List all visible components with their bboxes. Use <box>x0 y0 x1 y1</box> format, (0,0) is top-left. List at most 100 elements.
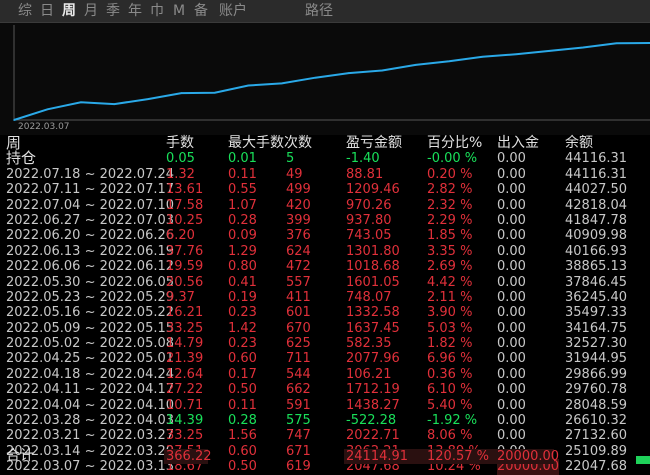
total-row[interactable]: 合计 366.22 24114.91 120.57 % 20000.00 <box>0 449 650 464</box>
row-count: 499 <box>286 182 311 198</box>
row-lots: 37.76 <box>166 243 204 259</box>
equity-point <box>515 53 517 55</box>
row-percent: 3.35 % <box>427 243 473 259</box>
row-pnl: 88.81 <box>346 166 384 182</box>
row-max-lots: 0.28 <box>228 212 257 228</box>
weekly-rows: 2022.07.18 ~ 2022.07.24 1.32 0.11 49 88.81 0.… <box>0 167 650 475</box>
row-max-lots: 0.17 <box>228 366 257 382</box>
row-period: 2022.04.18 ~ 2022.04.24 <box>6 366 175 382</box>
row-balance: 29760.78 <box>565 382 628 398</box>
row-balance: 41847.78 <box>565 212 628 228</box>
row-period: 2022.06.13 ~ 2022.06.19 <box>6 243 175 259</box>
row-count: 49 <box>286 166 303 182</box>
row-percent: 2.29 % <box>427 212 473 228</box>
row-lots: 20.56 <box>166 274 204 290</box>
row-balance: 36245.40 <box>565 289 628 305</box>
tab-8[interactable]: 备 <box>192 3 210 20</box>
row-flow: 0.00 <box>497 289 526 305</box>
col-header-lots: 手数 <box>166 135 194 151</box>
row-percent: 1.85 % <box>427 228 473 244</box>
tab-4[interactable]: 季 <box>104 3 122 20</box>
holding-row[interactable]: 持仓 0.05 0.01 5 -1.40 -0.00 % 0.00 44116.… <box>0 150 650 167</box>
row-balance: 40909.98 <box>565 228 628 244</box>
row-lots: 13.61 <box>166 182 204 198</box>
row-lots: 17.58 <box>166 197 204 213</box>
row-lots: 6.20 <box>166 228 195 244</box>
col-header-balance: 余额 <box>565 135 593 151</box>
table-row[interactable]: 2022.05.09 ~ 2022.05.15 33.25 1.42 670 1637.… <box>0 321 650 336</box>
row-period: 2022.07.18 ~ 2022.07.24 <box>6 166 175 182</box>
equity-point <box>414 64 417 66</box>
holding-balance: 44116.31 <box>565 151 628 167</box>
row-max-lots: 0.23 <box>228 336 257 352</box>
row-period: 2022.05.23 ~ 2022.05.29 <box>6 289 175 305</box>
tab-2[interactable]: 周 <box>60 3 78 20</box>
row-balance: 29866.99 <box>565 366 628 382</box>
row-period: 2022.03.21 ~ 2022.03.27 <box>6 428 175 444</box>
row-lots: 16.21 <box>166 305 204 321</box>
equity-point <box>180 92 183 94</box>
row-flow: 0.00 <box>497 166 526 182</box>
table-row[interactable]: 2022.07.18 ~ 2022.07.24 1.32 0.11 49 88.81 0.… <box>0 167 650 182</box>
tab-0[interactable]: 综 <box>16 3 34 20</box>
row-count: 472 <box>286 259 311 275</box>
table-row[interactable]: 2022.05.23 ~ 2022.05.29 9.37 0.19 411 748.07… <box>0 290 650 305</box>
equity-point <box>13 119 15 121</box>
equity-curve-svg <box>13 25 650 121</box>
table-row[interactable]: 2022.04.04 ~ 2022.04.10 10.71 0.11 591 1438.… <box>0 398 650 413</box>
table-row[interactable]: 2022.05.16 ~ 2022.05.22 16.21 0.23 601 1332.… <box>0 305 650 320</box>
table-row[interactable]: 2022.03.28 ~ 2022.04.03 14.39 0.28 575 -522.… <box>0 413 650 428</box>
col-header-max-lots-text: 最大手数 <box>228 135 284 151</box>
tab-5[interactable]: 年 <box>126 3 144 20</box>
row-flow: 0.00 <box>497 259 526 275</box>
tab-1[interactable]: 日 <box>38 3 56 20</box>
row-count: 625 <box>286 336 311 352</box>
row-flow: 0.00 <box>497 382 526 398</box>
tab-7[interactable]: M <box>170 3 188 20</box>
table-row[interactable]: 2022.06.27 ~ 2022.07.03 10.25 0.28 399 937.8… <box>0 213 650 228</box>
table-row[interactable]: 2022.05.30 ~ 2022.06.05 20.56 0.41 557 1601.… <box>0 275 650 290</box>
table-row[interactable]: 2022.03.21 ~ 2022.03.27 33.25 1.56 747 2022.… <box>0 428 650 443</box>
table-row[interactable]: 2022.07.04 ~ 2022.07.10 17.58 1.07 420 970.2… <box>0 198 650 213</box>
total-lots: 366.22 <box>166 449 212 464</box>
row-lots: 27.22 <box>166 382 204 398</box>
holding-percent: -0.00 % <box>427 151 478 167</box>
row-max-lots: 0.11 <box>228 397 257 413</box>
table-row[interactable]: 2022.06.20 ~ 2022.06.26 6.20 0.09 376 743.05… <box>0 228 650 243</box>
tab-6[interactable]: 巾 <box>148 3 166 20</box>
row-balance: 26610.32 <box>565 413 628 429</box>
col-header-flow: 出入金 <box>497 135 539 151</box>
row-count: 557 <box>286 274 311 290</box>
row-pnl: -522.28 <box>346 413 397 429</box>
row-pnl: 1637.45 <box>346 320 400 336</box>
tab-10[interactable]: 路径 <box>302 3 336 20</box>
row-max-lots: 0.23 <box>228 305 257 321</box>
row-period: 2022.05.02 ~ 2022.05.08 <box>6 336 175 352</box>
total-label: 合计 <box>6 448 34 464</box>
row-period: 2022.05.09 ~ 2022.05.15 <box>6 320 175 336</box>
row-balance: 37846.45 <box>565 274 628 290</box>
row-percent: 4.42 % <box>427 274 473 290</box>
table-row[interactable]: 2022.04.18 ~ 2022.04.24 12.64 0.17 544 106.2… <box>0 367 650 382</box>
row-count: 376 <box>286 228 311 244</box>
row-flow: 0.00 <box>497 274 526 290</box>
table-row[interactable]: 2022.06.06 ~ 2022.06.12 19.59 0.80 472 1018.… <box>0 259 650 274</box>
row-flow: 0.00 <box>497 397 526 413</box>
row-count: 420 <box>286 197 311 213</box>
row-balance: 42818.04 <box>565 197 628 213</box>
table-row[interactable]: 2022.06.13 ~ 2022.06.19 37.76 1.29 624 1301.… <box>0 244 650 259</box>
table-row[interactable]: 2022.07.11 ~ 2022.07.17 13.61 0.55 499 1209.… <box>0 182 650 197</box>
tab-9[interactable]: 账户 <box>216 3 250 20</box>
row-count: 575 <box>286 413 311 429</box>
tab-3[interactable]: 月 <box>82 3 100 20</box>
row-balance: 27132.60 <box>565 428 628 444</box>
table-row[interactable]: 2022.04.25 ~ 2022.05.01 21.39 0.60 711 2077.… <box>0 351 650 366</box>
table-row[interactable]: 2022.04.11 ~ 2022.04.17 27.22 0.50 662 1712.… <box>0 382 650 397</box>
row-flow: 0.00 <box>497 243 526 259</box>
equity-point <box>448 60 451 63</box>
row-flow: 0.00 <box>497 351 526 367</box>
row-flow: 0.00 <box>497 320 526 336</box>
equity-chart: 2022.03.07 <box>0 23 650 135</box>
table-row[interactable]: 2022.05.02 ~ 2022.05.08 14.79 0.23 625 582.3… <box>0 336 650 351</box>
row-balance: 32527.30 <box>565 336 628 352</box>
